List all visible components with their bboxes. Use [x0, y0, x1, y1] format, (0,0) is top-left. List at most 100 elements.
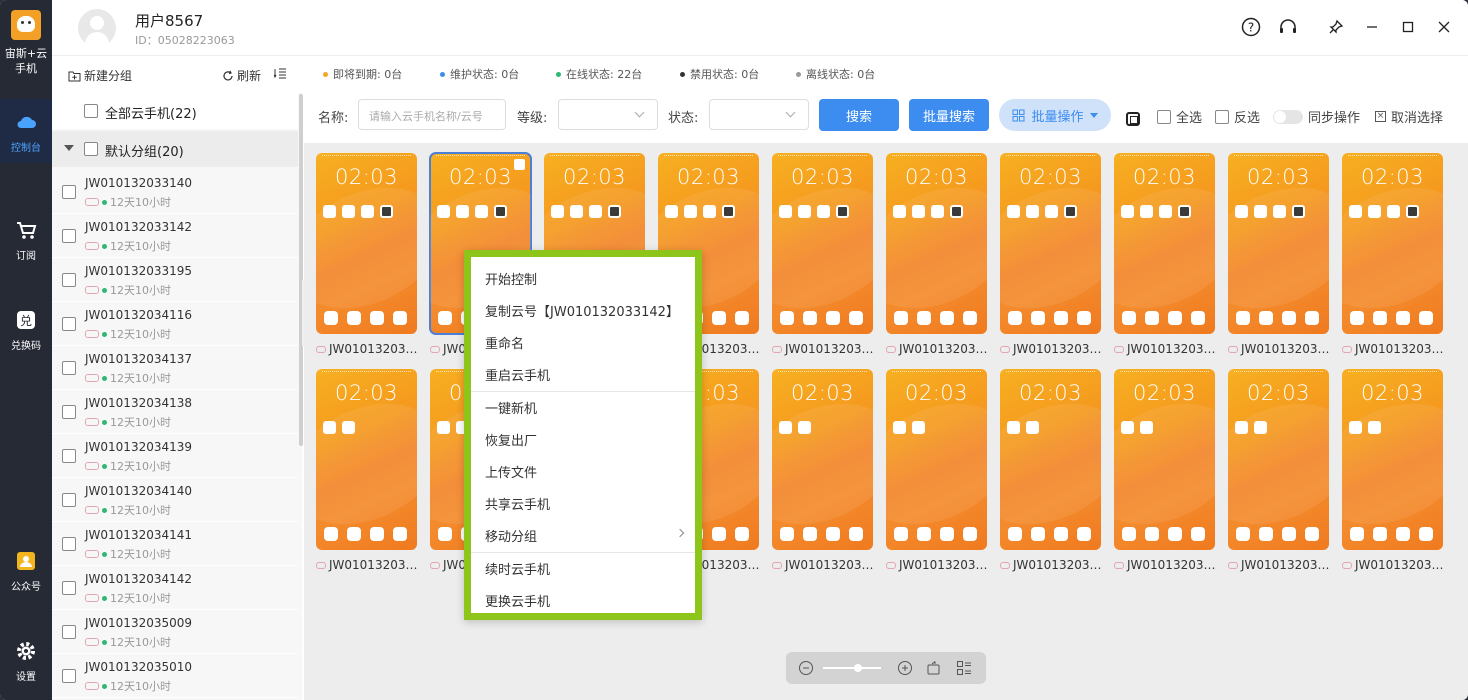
device-list-item[interactable]: JW010132033142 12天10小时	[52, 214, 298, 258]
rotate-icon[interactable]	[926, 660, 942, 676]
device-list-item[interactable]: JW010132035010 12天10小时	[52, 654, 298, 698]
device-checkbox[interactable]	[62, 493, 76, 507]
menu-factory-reset[interactable]: 恢复出厂	[471, 422, 695, 454]
default-group-checkbox[interactable]	[84, 142, 98, 156]
menu-move-group[interactable]: 移动分组	[471, 518, 695, 550]
invert-selection-option[interactable]: 反选	[1215, 107, 1260, 126]
menu-renew[interactable]: 续时云手机	[471, 551, 695, 583]
batch-operations-button[interactable]: 批量操作	[999, 99, 1111, 131]
rail-official-account[interactable]: 公众号	[0, 538, 52, 602]
phone-card[interactable]: 02:03JW01013203…	[886, 369, 987, 572]
rail-redeem[interactable]: 兑 兑换码	[0, 297, 52, 361]
phone-card[interactable]: 02:03JW01013203…	[1000, 153, 1101, 356]
rail-subscribe[interactable]: 订阅	[0, 207, 52, 271]
toggle-switch[interactable]	[1273, 109, 1303, 124]
device-list-item[interactable]: JW010132033140 12天10小时	[52, 170, 298, 214]
phone-card[interactable]: 02:03JW01013203…	[316, 369, 417, 572]
rail-settings[interactable]: 设置	[0, 628, 52, 692]
phone-screen[interactable]: 02:03	[1228, 153, 1329, 334]
state-select[interactable]	[709, 99, 809, 130]
phone-screen[interactable]: 02:03	[1000, 153, 1101, 334]
sync-operation-toggle[interactable]: 同步操作	[1273, 107, 1360, 126]
phone-card[interactable]: 02:03JW01013203…	[886, 153, 987, 356]
device-checkbox[interactable]	[62, 537, 76, 551]
refresh-button[interactable]: 刷新	[222, 67, 261, 84]
device-checkbox[interactable]	[62, 273, 76, 287]
phone-card[interactable]: 02:03JW01013203…	[772, 369, 873, 572]
all-phones-row[interactable]: 全部云手机(22)	[52, 93, 298, 129]
device-checkbox[interactable]	[62, 669, 76, 683]
zoom-slider-handle[interactable]	[854, 664, 862, 672]
collapse-triangle-icon[interactable]	[64, 145, 74, 151]
layout-icon[interactable]	[956, 660, 972, 676]
phone-screen[interactable]: 02:03	[772, 369, 873, 550]
phone-card[interactable]: 02:03JW01013203…	[1114, 369, 1215, 572]
device-list-item[interactable]: JW010132034116 12天10小时	[52, 302, 298, 346]
pin-icon[interactable]	[1325, 16, 1347, 38]
select-all-option[interactable]: 全选	[1157, 107, 1202, 126]
device-list-item[interactable]: JW010132034139 12天10小时	[52, 434, 298, 478]
zoom-out-icon[interactable]	[798, 660, 814, 676]
device-list-item[interactable]: JW010132035009 12天10小时	[52, 610, 298, 654]
close-icon[interactable]	[1433, 16, 1455, 38]
menu-share[interactable]: 共享云手机	[471, 486, 695, 518]
device-checkbox[interactable]	[62, 317, 76, 331]
sidebar-scrollbar[interactable]	[299, 94, 303, 446]
phone-screen[interactable]: 02:03	[1114, 369, 1215, 550]
phone-screen[interactable]: 02:03	[316, 153, 417, 334]
phone-screen[interactable]: 02:03	[1228, 369, 1329, 550]
phone-screen[interactable]: 02:03	[886, 369, 987, 550]
phone-card[interactable]: 02:03JW01013203…	[1114, 153, 1215, 356]
minimize-icon[interactable]	[1361, 16, 1383, 38]
phone-screen[interactable]: 02:03	[1342, 153, 1443, 334]
device-checkbox[interactable]	[62, 229, 76, 243]
menu-replace[interactable]: 更换云手机	[471, 583, 695, 615]
device-checkbox[interactable]	[62, 625, 76, 639]
device-list-item[interactable]: JW010132034138 12天10小时	[52, 390, 298, 434]
headset-icon[interactable]	[1277, 16, 1299, 38]
phone-screen[interactable]: 02:03	[1342, 369, 1443, 550]
device-checkbox[interactable]	[62, 185, 76, 199]
sort-icon[interactable]	[273, 67, 287, 83]
menu-restart[interactable]: 重启云手机	[471, 357, 695, 389]
batch-search-button[interactable]: 批量搜索	[909, 99, 989, 131]
name-search-input[interactable]: 请输入云手机名称/云号	[358, 99, 506, 130]
rail-console[interactable]: 控制台	[0, 99, 52, 163]
phone-card[interactable]: 02:03JW01013203…	[1342, 369, 1443, 572]
phone-card[interactable]: 02:03JW01013203…	[772, 153, 873, 356]
phone-card[interactable]: 02:03JW01013203…	[1000, 369, 1101, 572]
phone-card[interactable]: 02:03JW01013203…	[316, 153, 417, 356]
zoom-in-icon[interactable]	[897, 660, 913, 676]
phone-screen[interactable]: 02:03	[1000, 369, 1101, 550]
cancel-selection-button[interactable]: × 取消选择	[1375, 107, 1443, 126]
menu-copy-id[interactable]: 复制云号【JW010132033142】	[471, 293, 695, 325]
zoom-slider-track[interactable]	[823, 667, 881, 669]
device-checkbox[interactable]	[62, 449, 76, 463]
device-list-item[interactable]: JW010132034137 12天10小时	[52, 346, 298, 390]
phone-card[interactable]: 02:03JW01013203…	[1342, 153, 1443, 356]
device-list-item[interactable]: JW010132034141 12天10小时	[52, 522, 298, 566]
device-list-item[interactable]: JW010132034142 12天10小时	[52, 566, 298, 610]
search-button[interactable]: 搜索	[819, 99, 899, 131]
phone-card[interactable]: 02:03JW01013203…	[1228, 153, 1329, 356]
menu-rename[interactable]: 重命名	[471, 325, 695, 357]
all-phones-checkbox[interactable]	[84, 104, 98, 118]
new-group-button[interactable]: 新建分组	[68, 67, 132, 84]
phone-screen[interactable]: 02:03	[772, 153, 873, 334]
menu-upload-file[interactable]: 上传文件	[471, 454, 695, 486]
phone-screen[interactable]: 02:03	[316, 369, 417, 550]
maximize-icon[interactable]	[1397, 16, 1419, 38]
device-checkbox[interactable]	[62, 581, 76, 595]
help-icon[interactable]: ?	[1240, 16, 1262, 38]
default-group-row[interactable]: 默认分组(20)	[52, 131, 298, 167]
menu-new-device[interactable]: 一键新机	[471, 390, 695, 422]
device-list-item[interactable]: JW010132033195 12天10小时	[52, 258, 298, 302]
level-select[interactable]	[558, 99, 658, 130]
avatar[interactable]	[78, 9, 116, 47]
device-list-item[interactable]: JW010132034140 12天10小时	[52, 478, 298, 522]
phone-screen[interactable]: 02:03	[886, 153, 987, 334]
menu-start-control[interactable]: 开始控制	[471, 261, 695, 293]
phone-screen[interactable]: 02:03	[1114, 153, 1215, 334]
phone-card[interactable]: 02:03JW01013203…	[1228, 369, 1329, 572]
phone-select-checkbox[interactable]	[514, 159, 525, 170]
